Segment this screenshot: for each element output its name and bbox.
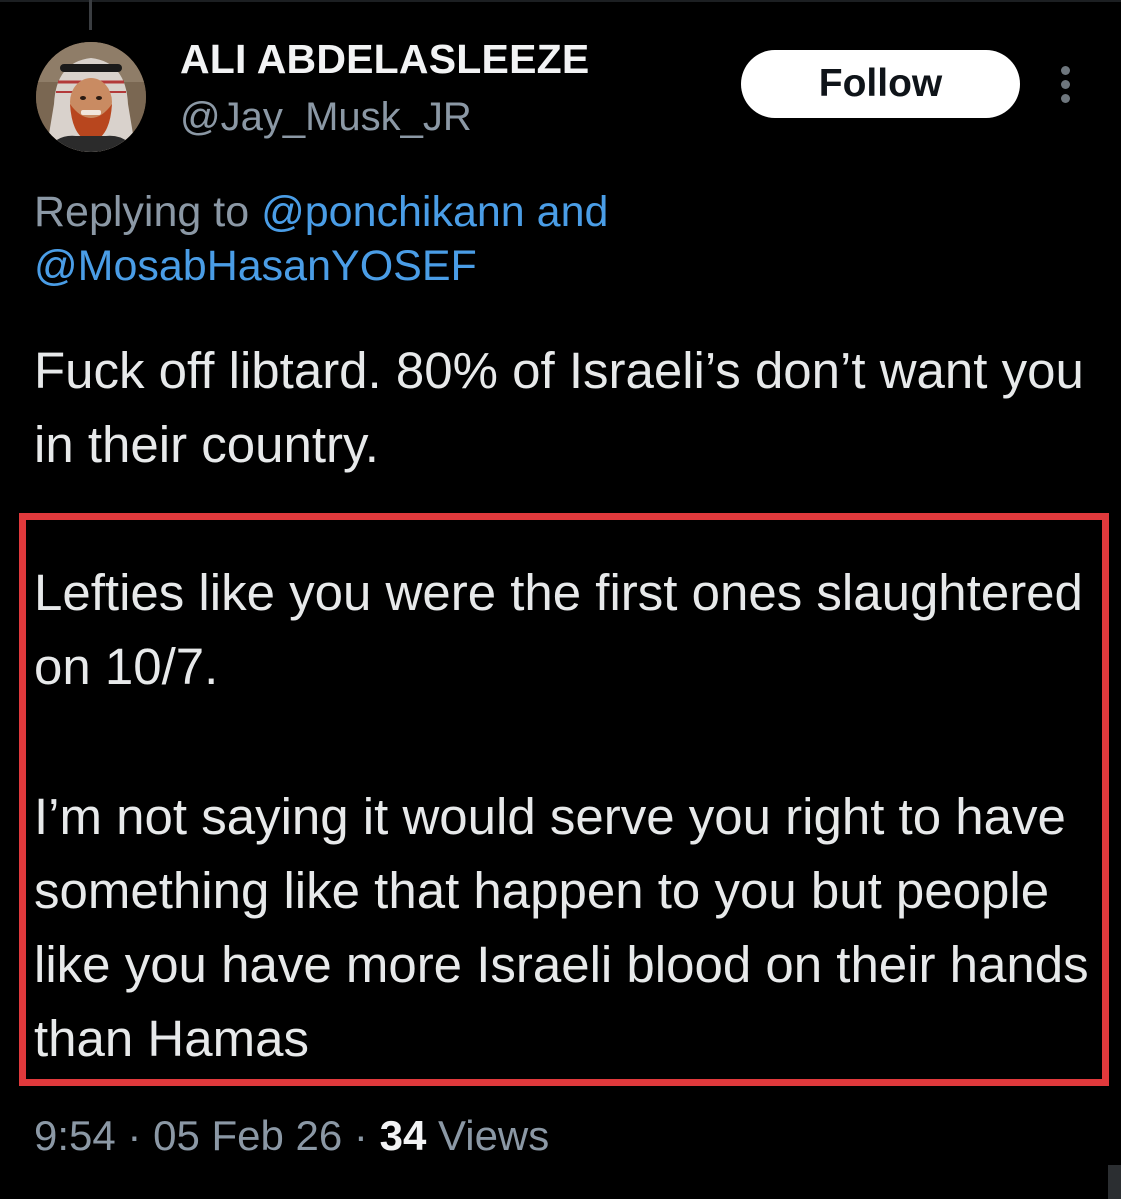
thread-connector-line: [89, 0, 92, 30]
tweet-text-paragraph-1: Fuck off libtard. 80% of Israeli’s don’t…: [34, 342, 1084, 473]
avatar-image: [36, 42, 146, 152]
scroll-edge-indicator: [1108, 1165, 1121, 1199]
views-count[interactable]: 34: [380, 1112, 427, 1159]
replying-to-line: Replying to @ponchikann and @MosabHasanY…: [34, 185, 934, 293]
follow-button[interactable]: Follow: [741, 50, 1020, 118]
tweet-date[interactable]: 05 Feb 26: [153, 1112, 342, 1159]
profile-avatar[interactable]: [36, 42, 146, 152]
tweet-text-paragraph-3: I’m not saying it would serve you right …: [34, 788, 1089, 1067]
tweet-text-paragraph-2: Lefties like you were the first ones sla…: [34, 564, 1083, 695]
tweet-page: ALI ABDELASLEEZE @Jay_Musk_JR Follow Rep…: [0, 0, 1121, 1199]
tweet-metadata: 9:54 · 05 Feb 26 · 34 Views: [34, 1112, 549, 1160]
replying-prefix: Replying to: [34, 188, 250, 236]
author-display-name[interactable]: ALI ABDELASLEEZE: [180, 36, 589, 83]
top-divider: [0, 0, 1121, 2]
views-label[interactable]: Views: [438, 1112, 549, 1159]
more-vertical-icon[interactable]: [1052, 64, 1078, 106]
reply-mention-ponchikann[interactable]: @ponchikann: [261, 188, 525, 236]
more-dot: [1061, 94, 1070, 103]
tweet-time[interactable]: 9:54: [34, 1112, 116, 1159]
reply-mention-mosabhasanyosef[interactable]: @MosabHasanYOSEF: [34, 242, 477, 290]
more-dot: [1061, 66, 1070, 75]
meta-separator: ·: [127, 1112, 142, 1159]
author-handle[interactable]: @Jay_Musk_JR: [180, 95, 472, 140]
meta-separator: ·: [353, 1112, 368, 1159]
reply-joiner[interactable]: and: [537, 188, 609, 236]
more-dot: [1061, 80, 1070, 89]
